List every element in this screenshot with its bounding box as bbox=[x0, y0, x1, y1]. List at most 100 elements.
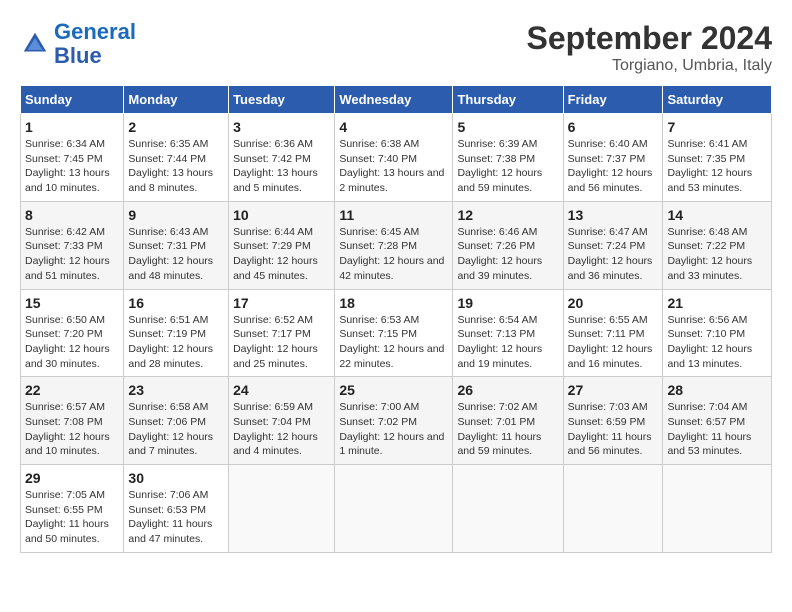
day-number: 25 bbox=[339, 382, 448, 398]
day-info: Sunrise: 6:58 AMSunset: 7:06 PMDaylight:… bbox=[128, 400, 224, 459]
calendar-row: 1 Sunrise: 6:34 AMSunset: 7:45 PMDaylight… bbox=[21, 114, 772, 202]
header: General Blue September 2024 Torgiano, Um… bbox=[20, 20, 772, 75]
calendar-cell: 8Sunrise: 6:42 AMSunset: 7:33 PMDaylight… bbox=[21, 201, 124, 289]
calendar-cell: 21 Sunrise: 6:56 AMSunset: 7:10 PMDayligh… bbox=[663, 289, 772, 377]
day-number: 7 bbox=[667, 119, 767, 135]
calendar-cell: 29Sunrise: 7:05 AMSunset: 6:55 PMDayligh… bbox=[21, 465, 124, 553]
calendar-cell: 23 Sunrise: 6:58 AMSunset: 7:06 PMDayligh… bbox=[124, 377, 229, 465]
calendar-cell: 28 Sunrise: 7:04 AMSunset: 6:57 PMDayligh… bbox=[663, 377, 772, 465]
calendar-header-row: SundayMondayTuesdayWednesdayThursdayFrid… bbox=[21, 86, 772, 114]
calendar-cell: 24 Sunrise: 6:59 AMSunset: 7:04 PMDayligh… bbox=[229, 377, 335, 465]
day-info: Sunrise: 7:03 AMSunset: 6:59 PMDaylight:… bbox=[568, 400, 659, 459]
calendar-row: 22 Sunrise: 6:57 AMSunset: 7:08 PMDayligh… bbox=[21, 377, 772, 465]
day-number: 15 bbox=[25, 295, 119, 311]
calendar-cell: 17 Sunrise: 6:52 AMSunset: 7:17 PMDayligh… bbox=[229, 289, 335, 377]
title-section: September 2024 Torgiano, Umbria, Italy bbox=[527, 20, 772, 75]
day-info: Sunrise: 6:46 AMSunset: 7:26 PMDaylight:… bbox=[457, 225, 558, 284]
calendar-cell bbox=[335, 465, 453, 553]
column-header-thursday: Thursday bbox=[453, 86, 563, 114]
day-info: Sunrise: 6:44 AMSunset: 7:29 PMDaylight:… bbox=[233, 225, 330, 284]
day-number: 26 bbox=[457, 382, 558, 398]
calendar-cell: 3 Sunrise: 6:36 AMSunset: 7:42 PMDaylight… bbox=[229, 114, 335, 202]
day-number: 12 bbox=[457, 207, 558, 223]
calendar-cell: 2Sunrise: 6:35 AMSunset: 7:44 PMDaylight… bbox=[124, 114, 229, 202]
day-number: 27 bbox=[568, 382, 659, 398]
calendar-cell bbox=[229, 465, 335, 553]
calendar-cell: 25Sunrise: 7:00 AMSunset: 7:02 PMDayligh… bbox=[335, 377, 453, 465]
day-number: 28 bbox=[667, 382, 767, 398]
logo: General Blue bbox=[20, 20, 136, 68]
day-number: 19 bbox=[457, 295, 558, 311]
calendar-cell: 26Sunrise: 7:02 AMSunset: 7:01 PMDayligh… bbox=[453, 377, 563, 465]
calendar-row: 15 Sunrise: 6:50 AMSunset: 7:20 PMDayligh… bbox=[21, 289, 772, 377]
calendar-cell: 12 Sunrise: 6:46 AMSunset: 7:26 PMDayligh… bbox=[453, 201, 563, 289]
day-number: 17 bbox=[233, 295, 330, 311]
day-info: Sunrise: 6:56 AMSunset: 7:10 PMDaylight:… bbox=[667, 313, 767, 372]
logo-line1: General bbox=[54, 19, 136, 44]
calendar-cell bbox=[663, 465, 772, 553]
day-number: 14 bbox=[667, 207, 767, 223]
calendar-cell: 4Sunrise: 6:38 AMSunset: 7:40 PMDaylight… bbox=[335, 114, 453, 202]
calendar-cell: 6Sunrise: 6:40 AMSunset: 7:37 PMDaylight… bbox=[563, 114, 663, 202]
day-number: 9 bbox=[128, 207, 224, 223]
day-number: 10 bbox=[233, 207, 330, 223]
calendar-cell bbox=[453, 465, 563, 553]
day-info: Sunrise: 6:50 AMSunset: 7:20 PMDaylight:… bbox=[25, 313, 119, 372]
day-info: Sunrise: 6:53 AMSunset: 7:15 PMDaylight:… bbox=[339, 313, 448, 372]
day-number: 18 bbox=[339, 295, 448, 311]
day-info: Sunrise: 6:57 AMSunset: 7:08 PMDaylight:… bbox=[25, 400, 119, 459]
logo-text: General Blue bbox=[54, 20, 136, 68]
day-info: Sunrise: 7:04 AMSunset: 6:57 PMDaylight:… bbox=[667, 400, 767, 459]
day-number: 11 bbox=[339, 207, 448, 223]
calendar-cell: 9 Sunrise: 6:43 AMSunset: 7:31 PMDaylight… bbox=[124, 201, 229, 289]
day-number: 23 bbox=[128, 382, 224, 398]
calendar-row: 8Sunrise: 6:42 AMSunset: 7:33 PMDaylight… bbox=[21, 201, 772, 289]
calendar-cell: 10 Sunrise: 6:44 AMSunset: 7:29 PMDayligh… bbox=[229, 201, 335, 289]
day-info: Sunrise: 6:35 AMSunset: 7:44 PMDaylight:… bbox=[128, 137, 224, 196]
day-info: Sunrise: 6:41 AMSunset: 7:35 PMDaylight:… bbox=[667, 137, 767, 196]
day-number: 8 bbox=[25, 207, 119, 223]
calendar-cell: 27 Sunrise: 7:03 AMSunset: 6:59 PMDayligh… bbox=[563, 377, 663, 465]
day-info: Sunrise: 6:47 AMSunset: 7:24 PMDaylight:… bbox=[568, 225, 659, 284]
day-info: Sunrise: 6:39 AMSunset: 7:38 PMDaylight:… bbox=[457, 137, 558, 196]
day-number: 21 bbox=[667, 295, 767, 311]
day-info: Sunrise: 6:55 AMSunset: 7:11 PMDaylight:… bbox=[568, 313, 659, 372]
day-number: 20 bbox=[568, 295, 659, 311]
day-info: Sunrise: 6:43 AMSunset: 7:31 PMDaylight:… bbox=[128, 225, 224, 284]
day-info: Sunrise: 6:54 AMSunset: 7:13 PMDaylight:… bbox=[457, 313, 558, 372]
day-number: 4 bbox=[339, 119, 448, 135]
day-info: Sunrise: 6:34 AMSunset: 7:45 PMDaylight:… bbox=[25, 137, 119, 196]
column-header-wednesday: Wednesday bbox=[335, 86, 453, 114]
day-number: 6 bbox=[568, 119, 659, 135]
calendar-cell: 30Sunrise: 7:06 AMSunset: 6:53 PMDayligh… bbox=[124, 465, 229, 553]
day-info: Sunrise: 6:36 AMSunset: 7:42 PMDaylight:… bbox=[233, 137, 330, 196]
calendar-cell: 19 Sunrise: 6:54 AMSunset: 7:13 PMDayligh… bbox=[453, 289, 563, 377]
day-info: Sunrise: 6:51 AMSunset: 7:19 PMDaylight:… bbox=[128, 313, 224, 372]
calendar-row: 29Sunrise: 7:05 AMSunset: 6:55 PMDayligh… bbox=[21, 465, 772, 553]
day-number: 24 bbox=[233, 382, 330, 398]
day-info: Sunrise: 6:48 AMSunset: 7:22 PMDaylight:… bbox=[667, 225, 767, 284]
day-number: 22 bbox=[25, 382, 119, 398]
column-header-tuesday: Tuesday bbox=[229, 86, 335, 114]
calendar-cell: 18 Sunrise: 6:53 AMSunset: 7:15 PMDayligh… bbox=[335, 289, 453, 377]
day-number: 30 bbox=[128, 470, 224, 486]
day-number: 5 bbox=[457, 119, 558, 135]
day-info: Sunrise: 6:59 AMSunset: 7:04 PMDaylight:… bbox=[233, 400, 330, 459]
calendar-cell: 7 Sunrise: 6:41 AMSunset: 7:35 PMDaylight… bbox=[663, 114, 772, 202]
page-title: September 2024 bbox=[527, 20, 772, 57]
day-number: 1 bbox=[25, 119, 119, 135]
calendar-cell: 22 Sunrise: 6:57 AMSunset: 7:08 PMDayligh… bbox=[21, 377, 124, 465]
column-header-sunday: Sunday bbox=[21, 86, 124, 114]
day-number: 3 bbox=[233, 119, 330, 135]
calendar-cell: 20 Sunrise: 6:55 AMSunset: 7:11 PMDayligh… bbox=[563, 289, 663, 377]
day-number: 29 bbox=[25, 470, 119, 486]
day-number: 16 bbox=[128, 295, 224, 311]
calendar-cell: 11 Sunrise: 6:45 AMSunset: 7:28 PMDayligh… bbox=[335, 201, 453, 289]
calendar-cell bbox=[563, 465, 663, 553]
day-info: Sunrise: 6:52 AMSunset: 7:17 PMDaylight:… bbox=[233, 313, 330, 372]
calendar-cell: 16 Sunrise: 6:51 AMSunset: 7:19 PMDayligh… bbox=[124, 289, 229, 377]
day-info: Sunrise: 6:45 AMSunset: 7:28 PMDaylight:… bbox=[339, 225, 448, 284]
calendar-cell: 13 Sunrise: 6:47 AMSunset: 7:24 PMDayligh… bbox=[563, 201, 663, 289]
column-header-saturday: Saturday bbox=[663, 86, 772, 114]
day-number: 13 bbox=[568, 207, 659, 223]
